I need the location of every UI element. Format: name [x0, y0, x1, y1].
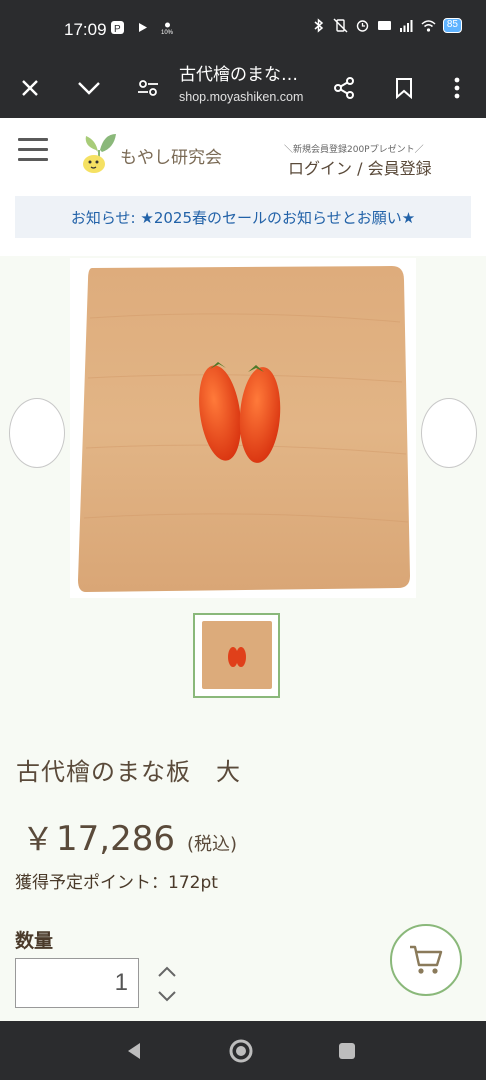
cart-button[interactable] — [390, 924, 462, 996]
notice-text[interactable]: お知らせ: ★2025春のセールのお知らせとお願い★ — [71, 207, 415, 228]
logo-text: もやし研究会 — [120, 148, 222, 168]
chevron-down-icon — [78, 82, 100, 95]
browser-toolbar: 古代檜のまな… shop.moyashiken.com — [0, 58, 486, 118]
quantity-label: 数量 — [15, 930, 54, 952]
recents-square-icon — [339, 1043, 355, 1059]
more-vert-icon — [454, 77, 460, 99]
page-url[interactable]: shop.moyashiken.com — [179, 90, 303, 104]
alarm-icon — [356, 20, 369, 32]
android-nav-bar — [0, 1021, 486, 1080]
status-bar: 17:09 P 10% 85 — [0, 0, 486, 58]
cart-icon — [410, 945, 443, 974]
quantity-input[interactable] — [15, 958, 139, 1008]
points-info: 獲得予定ポイント：172pt — [15, 873, 218, 893]
share-button[interactable] — [322, 66, 366, 110]
product-title: 古代檜のまな板 大 — [16, 758, 241, 786]
product-price: ￥ 17,286 (税込) — [22, 814, 237, 860]
back-triangle-icon — [128, 1043, 140, 1059]
next-image-button[interactable] — [421, 398, 477, 468]
play-icon — [139, 23, 147, 32]
product-thumbnail[interactable] — [193, 613, 280, 698]
share-icon — [334, 77, 354, 99]
bookmark-icon — [396, 78, 412, 99]
price-value: 17,286 — [56, 819, 175, 859]
signal-icon — [399, 20, 413, 32]
home-circle-icon — [229, 1039, 253, 1063]
site-settings-button[interactable] — [126, 66, 170, 110]
wifi-icon — [421, 20, 436, 32]
minimize-button[interactable] — [67, 66, 111, 110]
nav-home-button[interactable] — [225, 1035, 257, 1067]
more-options-button[interactable] — [435, 66, 479, 110]
data-saver-icon: 10% — [161, 22, 174, 35]
vibrate-off-icon — [333, 18, 348, 33]
nav-recents-button[interactable] — [331, 1035, 363, 1067]
notice-banner[interactable]: お知らせ: ★2025春のセールのお知らせとお願い★ — [15, 196, 471, 238]
close-tab-button[interactable] — [8, 66, 52, 110]
site-header: もやし研究会 ＼新規会員登録200Pプレゼント／ ログイン / 会員登録 お知ら… — [0, 118, 486, 256]
svg-text:10%: 10% — [161, 30, 174, 35]
tax-label: (税込) — [186, 834, 238, 855]
status-time: 17:09 — [64, 20, 107, 39]
close-icon — [22, 80, 38, 96]
product-gallery — [0, 256, 486, 601]
sprout-logo-icon — [83, 134, 116, 173]
status-right-icons: 85 — [311, 18, 462, 33]
paypay-icon: P — [111, 21, 124, 35]
login-register-link[interactable]: ログイン / 会員登録 — [288, 155, 432, 179]
signup-promo[interactable]: ＼新規会員登録200Pプレゼント／ — [284, 142, 424, 155]
page-title[interactable]: 古代檜のまな… — [179, 60, 298, 85]
volte-icon — [377, 21, 391, 30]
stepper-arrows-icon — [158, 966, 176, 1002]
bookmark-button[interactable] — [382, 66, 426, 110]
svg-text:P: P — [114, 24, 121, 35]
price-currency: ￥ — [22, 820, 55, 858]
thumbnail-image — [202, 621, 272, 689]
quantity-stepper[interactable] — [155, 964, 179, 1004]
prev-image-button[interactable] — [9, 398, 65, 468]
battery-indicator: 85 — [442, 18, 462, 33]
bluetooth-icon — [314, 18, 324, 33]
menu-button[interactable] — [18, 138, 48, 164]
site-logo[interactable]: もやし研究会 — [80, 130, 222, 174]
tune-icon — [138, 80, 158, 96]
cutting-board-image — [78, 266, 410, 592]
product-main-image[interactable] — [70, 258, 416, 598]
nav-back-button[interactable] — [118, 1035, 150, 1067]
status-left-icons: P 10% — [110, 20, 175, 35]
